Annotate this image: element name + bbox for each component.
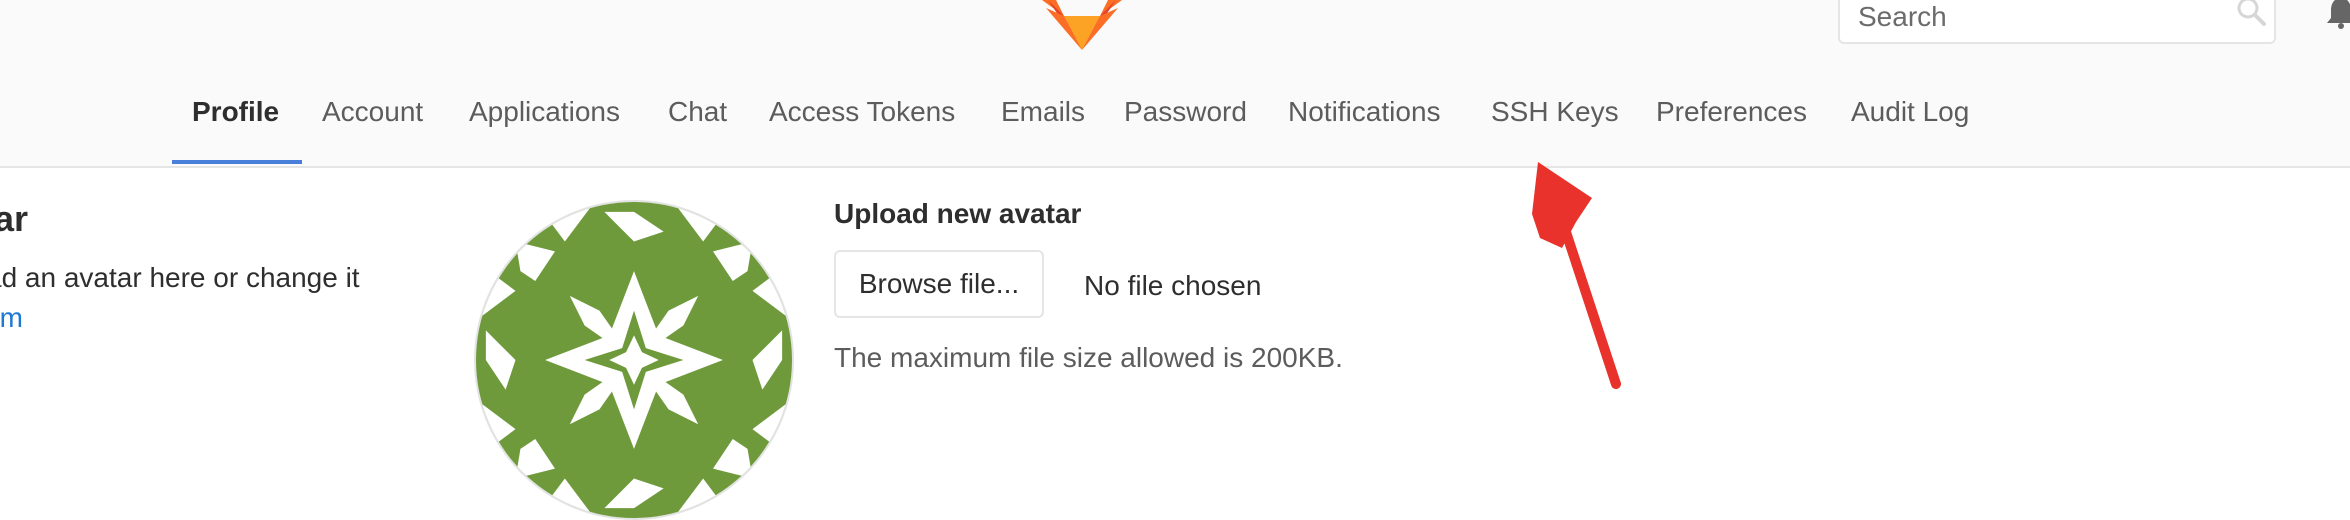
search-icon[interactable] — [2234, 0, 2268, 28]
tab-account[interactable]: Account — [322, 86, 423, 164]
avatar-section-title: atar — [0, 198, 29, 239]
avatar-section-description: ad an avatar here or change it — [0, 262, 360, 293]
bell-icon[interactable] — [2326, 0, 2350, 30]
tab-notifications[interactable]: Notifications — [1288, 86, 1441, 164]
annotation-arrow-icon — [1532, 162, 1621, 389]
active-tab-indicator — [172, 160, 302, 164]
tab-audit-log[interactable]: Audit Log — [1851, 86, 1969, 164]
identicon-image — [476, 202, 792, 518]
tab-emails[interactable]: Emails — [1001, 86, 1085, 164]
tab-password[interactable]: Password — [1124, 86, 1247, 164]
top-header: Profile Account Applications Chat Access… — [0, 0, 2350, 168]
browse-file-button[interactable]: Browse file... — [834, 250, 1044, 318]
avatar — [474, 200, 794, 520]
upload-avatar-title: Upload new avatar — [834, 198, 1082, 229]
search-input[interactable] — [1858, 0, 2188, 34]
tab-preferences[interactable]: Preferences — [1656, 86, 1807, 164]
tab-access-tokens[interactable]: Access Tokens — [769, 86, 955, 164]
tab-applications[interactable]: Applications — [469, 86, 620, 164]
search-box[interactable] — [1838, 0, 2276, 44]
file-status-text: No file chosen — [1084, 270, 1262, 301]
gravatar-link[interactable]: om — [0, 302, 23, 334]
tab-profile[interactable]: Profile — [192, 86, 279, 164]
file-size-hint: The maximum file size allowed is 200KB. — [834, 342, 1343, 373]
tab-chat[interactable]: Chat — [668, 86, 727, 164]
gitlab-logo-icon[interactable] — [1042, 0, 1122, 50]
